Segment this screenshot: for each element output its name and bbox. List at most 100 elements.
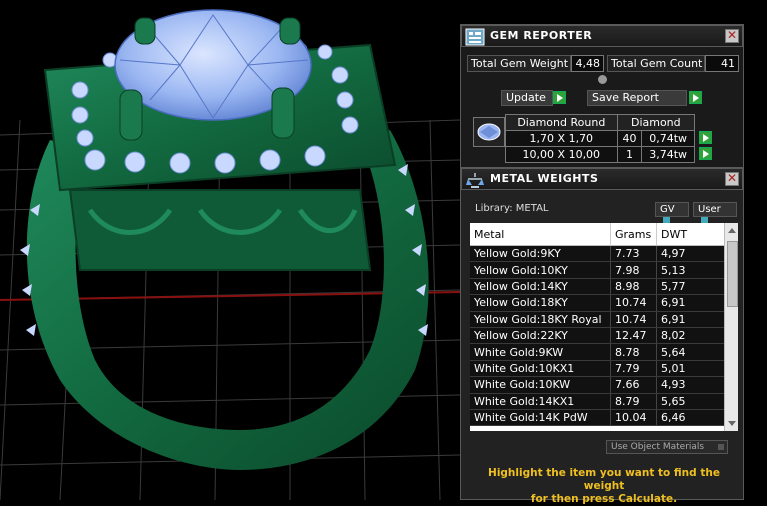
metal-grams: 7.79 xyxy=(610,360,656,377)
metal-name: White Gold:10KW xyxy=(474,378,571,392)
gem-reporter-title: GEM REPORTER xyxy=(490,29,593,42)
metal-dwt: 5,65 xyxy=(656,393,708,409)
metal-name: White Gold:14KX1 xyxy=(474,394,575,408)
metal-dwt: 6,46 xyxy=(656,409,708,426)
metal-name: Yellow Gold:18KY xyxy=(474,296,568,310)
metal-name: White Gold:14K PdW xyxy=(474,411,588,425)
vertical-scrollbar[interactable] xyxy=(724,223,738,431)
total-gem-weight-label: Total Gem Weight xyxy=(467,55,571,72)
gem-thumbnail-icon xyxy=(477,123,501,141)
gv-toggle[interactable]: GV xyxy=(655,202,689,226)
update-button[interactable]: Update xyxy=(501,90,553,106)
metal-grams: 10.74 xyxy=(610,311,656,327)
splitter-handle[interactable] xyxy=(598,75,607,84)
metal-dwt: 6,91 xyxy=(656,311,708,327)
metal-grams: 10.04 xyxy=(610,409,656,426)
gem-reporter-panel: GEM REPORTER ✕ Total Gem Weight 4,48 Tot… xyxy=(460,24,744,170)
metal-grams: 12.47 xyxy=(610,327,656,344)
table-row[interactable]: Yellow Gold:14KY 8.98 5,77 xyxy=(470,278,738,296)
use-object-materials-button[interactable]: Use Object Materials xyxy=(606,440,728,454)
close-icon: ✕ xyxy=(726,28,738,42)
hint-line-1: Highlight the item you want to find the … xyxy=(488,467,720,492)
user-toggle[interactable]: User xyxy=(693,202,737,226)
table-row[interactable]: Yellow Gold:9KY 7.73 4,97 xyxy=(470,246,738,263)
metal-name: White Gold:10KX1 xyxy=(474,361,575,375)
table-row[interactable]: White Gold:9KW 8.78 5,64 xyxy=(470,344,738,361)
gem-material-header: Diamond xyxy=(616,114,696,131)
metal-weights-titlebar[interactable]: METAL WEIGHTS ✕ xyxy=(461,168,743,190)
save-report-go-icon[interactable] xyxy=(689,91,702,104)
metal-grams: 8.78 xyxy=(610,344,656,360)
metal-grams: 7.66 xyxy=(610,377,656,393)
metal-name: Yellow Gold:18KY Royal xyxy=(474,312,602,326)
update-go-icon[interactable] xyxy=(553,91,566,104)
metal-dwt: 6,91 xyxy=(656,295,708,311)
metal-name: Yellow Gold:14KY xyxy=(474,279,568,293)
total-gem-count-label: Total Gem Count xyxy=(607,55,705,72)
table-row[interactable]: White Gold:10KW 7.66 4,93 xyxy=(470,377,738,394)
gem-row-select-icon[interactable] xyxy=(699,131,712,144)
table-row[interactable]: White Gold:10KX1 7.79 5,01 xyxy=(470,360,738,378)
metal-grams: 8.98 xyxy=(610,278,656,295)
scroll-down-icon[interactable] xyxy=(728,421,736,426)
gem-weight: 0,74tw xyxy=(641,130,695,147)
column-metal[interactable]: Metal xyxy=(470,228,610,241)
metal-dwt: 4,97 xyxy=(656,246,708,262)
table-row[interactable]: Yellow Gold:10KY 7.98 5,13 xyxy=(470,262,738,279)
metal-grams: 8.79 xyxy=(610,393,656,409)
gem-reporter-titlebar[interactable]: GEM REPORTER ✕ xyxy=(461,25,743,47)
use-object-materials-label: Use Object Materials xyxy=(611,442,705,452)
column-dwt[interactable]: DWT xyxy=(656,223,708,245)
metal-dwt: 8,02 xyxy=(656,327,708,344)
gem-reporter-close-button[interactable]: ✕ xyxy=(725,29,739,43)
gem-size: 1,70 X 1,70 xyxy=(505,130,618,147)
hint-text: Highlight the item you want to find the … xyxy=(470,467,738,506)
gv-label: GV xyxy=(660,204,675,215)
total-gem-count-value: 41 xyxy=(705,55,739,72)
table-header: Metal Grams DWT xyxy=(470,223,738,246)
table-body: Yellow Gold:9KY 7.73 4,97 Yellow Gold:10KY 7… xyxy=(470,246,738,427)
table-row[interactable]: Yellow Gold:18KY 10.74 6,91 xyxy=(470,295,738,312)
library-label: Library: METAL xyxy=(475,203,549,214)
metal-dwt: 4,93 xyxy=(656,377,708,393)
chevron-down-icon xyxy=(718,444,724,450)
total-gem-weight-value: 4,48 xyxy=(571,55,604,72)
scroll-thumb[interactable] xyxy=(727,241,738,307)
table-row[interactable]: White Gold:14K PdW 10.04 6,46 xyxy=(470,409,738,427)
gem-type-header: Diamond Round xyxy=(505,114,618,131)
gem-row-select-icon[interactable] xyxy=(699,147,712,160)
gem-size: 10,00 X 10,00 xyxy=(505,146,618,163)
table-row[interactable]: White Gold:14KX1 8.79 5,65 xyxy=(470,393,738,410)
metal-dwt: 5,77 xyxy=(656,278,708,295)
gem-count: 1 xyxy=(616,146,643,163)
gem-thumbnail[interactable] xyxy=(473,117,505,147)
user-label: User xyxy=(698,204,721,215)
gem-table-header: Diamond Round Diamond xyxy=(505,114,696,131)
metal-weights-icon xyxy=(466,173,484,188)
save-report-button[interactable]: Save Report xyxy=(587,90,687,106)
metal-grams: 10.74 xyxy=(610,295,656,311)
column-grams[interactable]: Grams xyxy=(610,223,656,245)
metal-grams: 7.98 xyxy=(610,262,656,278)
metal-dwt: 5,01 xyxy=(656,360,708,377)
table-row[interactable]: Yellow Gold:22KY 12.47 8,02 xyxy=(470,327,738,345)
metal-grams: 7.73 xyxy=(610,246,656,262)
close-icon: ✕ xyxy=(726,171,738,185)
gem-reporter-icon xyxy=(465,28,485,46)
metal-dwt: 5,13 xyxy=(656,262,708,278)
gem-row[interactable]: 1,70 X 1,70 40 0,74tw xyxy=(505,130,695,147)
metal-weights-table[interactable]: Metal Grams DWT Yellow Gold:9KY 7.73 4,97 Y… xyxy=(470,223,738,431)
metal-weights-close-button[interactable]: ✕ xyxy=(725,172,739,186)
table-row[interactable]: Yellow Gold:18KY Royal 10.74 6,91 xyxy=(470,311,738,328)
metal-weights-title: METAL WEIGHTS xyxy=(490,172,599,185)
metal-name: White Gold:9KW xyxy=(474,345,564,359)
gem-count: 40 xyxy=(616,130,643,147)
metal-name: Yellow Gold:22KY xyxy=(474,329,568,343)
gem-weight: 3,74tw xyxy=(641,146,695,163)
gem-table: Diamond Round Diamond 1,70 X 1,70 40 0,7… xyxy=(505,114,696,163)
gem-row[interactable]: 10,00 X 10,00 1 3,74tw xyxy=(505,146,695,163)
metal-dwt: 5,64 xyxy=(656,344,708,360)
scroll-up-icon[interactable] xyxy=(728,228,736,233)
metal-name: Yellow Gold:10KY xyxy=(474,263,568,277)
metal-name: Yellow Gold:9KY xyxy=(474,247,561,261)
